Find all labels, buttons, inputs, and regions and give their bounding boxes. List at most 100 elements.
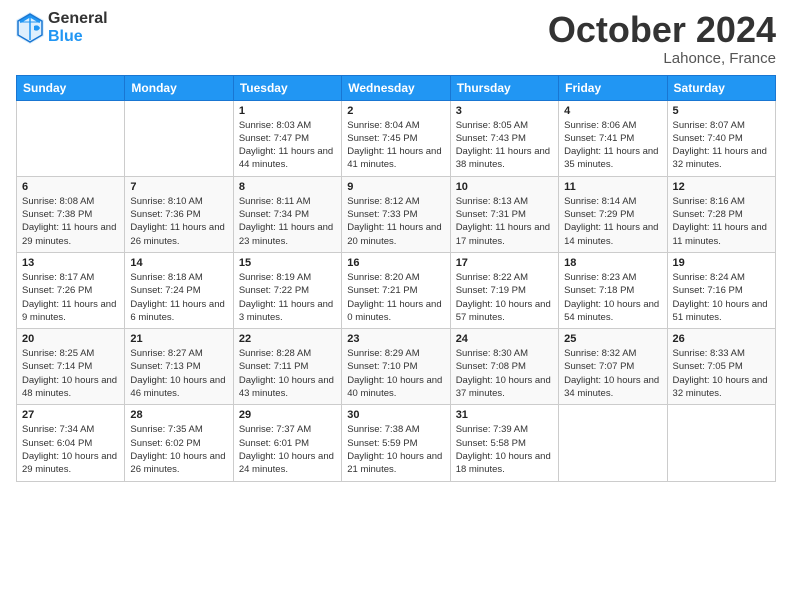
day-number: 11 bbox=[564, 181, 661, 193]
page: General Blue October 2024 Lahonce, Franc… bbox=[0, 0, 792, 612]
day-number: 20 bbox=[22, 333, 119, 345]
day-info: Sunrise: 8:23 AM Sunset: 7:18 PM Dayligh… bbox=[564, 271, 661, 324]
day-number: 28 bbox=[130, 409, 227, 421]
day-info: Sunrise: 8:29 AM Sunset: 7:10 PM Dayligh… bbox=[347, 347, 444, 400]
calendar-cell bbox=[17, 100, 125, 176]
day-info: Sunrise: 7:39 AM Sunset: 5:58 PM Dayligh… bbox=[456, 423, 553, 476]
day-number: 3 bbox=[456, 105, 553, 117]
calendar-cell: 23 Sunrise: 8:29 AM Sunset: 7:10 PM Dayli… bbox=[342, 329, 450, 405]
calendar-cell: 30 Sunrise: 7:38 AM Sunset: 5:59 PM Dayli… bbox=[342, 405, 450, 481]
calendar-cell: 31 Sunrise: 7:39 AM Sunset: 5:58 PM Dayli… bbox=[450, 405, 558, 481]
day-number: 8 bbox=[239, 181, 336, 193]
day-number: 4 bbox=[564, 105, 661, 117]
calendar-cell: 26 Sunrise: 8:33 AM Sunset: 7:05 PM Dayli… bbox=[667, 329, 775, 405]
calendar-cell: 5 Sunrise: 8:07 AM Sunset: 7:40 PM Daylig… bbox=[667, 100, 775, 176]
calendar-cell: 22 Sunrise: 8:28 AM Sunset: 7:11 PM Dayli… bbox=[233, 329, 341, 405]
calendar-cell: 25Sunrise: 8:32 AM Sunset: 7:07 PM Dayli… bbox=[559, 329, 667, 405]
day-info: Sunrise: 8:12 AM Sunset: 7:33 PM Dayligh… bbox=[347, 195, 444, 248]
header: General Blue October 2024 Lahonce, Franc… bbox=[16, 10, 776, 67]
week-row-3: 13 Sunrise: 8:17 AM Sunset: 7:26 PM Dayli… bbox=[17, 252, 776, 328]
month-title: October 2024 bbox=[548, 10, 776, 50]
day-number: 26 bbox=[673, 333, 770, 345]
day-number: 18 bbox=[564, 257, 661, 269]
day-info: Sunrise: 8:30 AM Sunset: 7:08 PM Dayligh… bbox=[456, 347, 553, 400]
weekday-header-saturday: Saturday bbox=[667, 75, 775, 100]
day-info: Sunrise: 8:14 AM Sunset: 7:29 PM Dayligh… bbox=[564, 195, 661, 248]
weekday-header-monday: Monday bbox=[125, 75, 233, 100]
day-number: 19 bbox=[673, 257, 770, 269]
calendar-cell: 9 Sunrise: 8:12 AM Sunset: 7:33 PM Daylig… bbox=[342, 176, 450, 252]
day-number: 30 bbox=[347, 409, 444, 421]
calendar-cell bbox=[667, 405, 775, 481]
day-info: Sunrise: 8:19 AM Sunset: 7:22 PM Dayligh… bbox=[239, 271, 336, 324]
day-number: 22 bbox=[239, 333, 336, 345]
logo-general-text: General bbox=[48, 10, 108, 28]
day-number: 31 bbox=[456, 409, 553, 421]
calendar-cell: 6Sunrise: 8:08 AM Sunset: 7:38 PM Daylig… bbox=[17, 176, 125, 252]
day-info: Sunrise: 8:27 AM Sunset: 7:13 PM Dayligh… bbox=[130, 347, 227, 400]
weekday-header-thursday: Thursday bbox=[450, 75, 558, 100]
calendar-cell: 27Sunrise: 7:34 AM Sunset: 6:04 PM Dayli… bbox=[17, 405, 125, 481]
day-info: Sunrise: 7:34 AM Sunset: 6:04 PM Dayligh… bbox=[22, 423, 119, 476]
calendar-cell: 24 Sunrise: 8:30 AM Sunset: 7:08 PM Dayli… bbox=[450, 329, 558, 405]
day-number: 21 bbox=[130, 333, 227, 345]
calendar-cell: 21 Sunrise: 8:27 AM Sunset: 7:13 PM Dayli… bbox=[125, 329, 233, 405]
calendar-cell: 3 Sunrise: 8:05 AM Sunset: 7:43 PM Daylig… bbox=[450, 100, 558, 176]
week-row-2: 6Sunrise: 8:08 AM Sunset: 7:38 PM Daylig… bbox=[17, 176, 776, 252]
day-number: 24 bbox=[456, 333, 553, 345]
day-info: Sunrise: 7:35 AM Sunset: 6:02 PM Dayligh… bbox=[130, 423, 227, 476]
weekday-header-wednesday: Wednesday bbox=[342, 75, 450, 100]
day-info: Sunrise: 8:24 AM Sunset: 7:16 PM Dayligh… bbox=[673, 271, 770, 324]
day-info: Sunrise: 7:37 AM Sunset: 6:01 PM Dayligh… bbox=[239, 423, 336, 476]
logo-text: General Blue bbox=[48, 10, 108, 45]
day-info: Sunrise: 8:22 AM Sunset: 7:19 PM Dayligh… bbox=[456, 271, 553, 324]
calendar-cell: 15Sunrise: 8:19 AM Sunset: 7:22 PM Dayli… bbox=[233, 252, 341, 328]
day-number: 10 bbox=[456, 181, 553, 193]
day-number: 17 bbox=[456, 257, 553, 269]
calendar-cell: 7Sunrise: 8:10 AM Sunset: 7:36 PM Daylig… bbox=[125, 176, 233, 252]
weekday-header-row: SundayMondayTuesdayWednesdayThursdayFrid… bbox=[17, 75, 776, 100]
calendar-cell: 1Sunrise: 8:03 AM Sunset: 7:47 PM Daylig… bbox=[233, 100, 341, 176]
day-number: 14 bbox=[130, 257, 227, 269]
day-number: 13 bbox=[22, 257, 119, 269]
day-info: Sunrise: 8:18 AM Sunset: 7:24 PM Dayligh… bbox=[130, 271, 227, 324]
day-info: Sunrise: 8:32 AM Sunset: 7:07 PM Dayligh… bbox=[564, 347, 661, 400]
day-number: 5 bbox=[673, 105, 770, 117]
day-info: Sunrise: 8:20 AM Sunset: 7:21 PM Dayligh… bbox=[347, 271, 444, 324]
logo-icon bbox=[16, 12, 44, 44]
calendar-cell bbox=[559, 405, 667, 481]
day-info: Sunrise: 8:28 AM Sunset: 7:11 PM Dayligh… bbox=[239, 347, 336, 400]
calendar-cell: 17 Sunrise: 8:22 AM Sunset: 7:19 PM Dayli… bbox=[450, 252, 558, 328]
weekday-header-friday: Friday bbox=[559, 75, 667, 100]
day-info: Sunrise: 8:33 AM Sunset: 7:05 PM Dayligh… bbox=[673, 347, 770, 400]
day-number: 1 bbox=[239, 105, 336, 117]
calendar-table: SundayMondayTuesdayWednesdayThursdayFrid… bbox=[16, 75, 776, 482]
calendar-cell: 4 Sunrise: 8:06 AM Sunset: 7:41 PM Daylig… bbox=[559, 100, 667, 176]
day-info: Sunrise: 8:07 AM Sunset: 7:40 PM Dayligh… bbox=[673, 119, 770, 172]
day-info: Sunrise: 7:38 AM Sunset: 5:59 PM Dayligh… bbox=[347, 423, 444, 476]
day-info: Sunrise: 8:04 AM Sunset: 7:45 PM Dayligh… bbox=[347, 119, 444, 172]
location-subtitle: Lahonce, France bbox=[548, 50, 776, 67]
calendar-cell: 11 Sunrise: 8:14 AM Sunset: 7:29 PM Dayli… bbox=[559, 176, 667, 252]
day-number: 23 bbox=[347, 333, 444, 345]
day-info: Sunrise: 8:17 AM Sunset: 7:26 PM Dayligh… bbox=[22, 271, 119, 324]
weekday-header-tuesday: Tuesday bbox=[233, 75, 341, 100]
day-number: 6 bbox=[22, 181, 119, 193]
calendar-cell: 28 Sunrise: 7:35 AM Sunset: 6:02 PM Dayli… bbox=[125, 405, 233, 481]
calendar-cell: 29 Sunrise: 7:37 AM Sunset: 6:01 PM Dayli… bbox=[233, 405, 341, 481]
calendar-cell: 8Sunrise: 8:11 AM Sunset: 7:34 PM Daylig… bbox=[233, 176, 341, 252]
day-number: 12 bbox=[673, 181, 770, 193]
day-number: 29 bbox=[239, 409, 336, 421]
calendar-cell: 20Sunrise: 8:25 AM Sunset: 7:14 PM Dayli… bbox=[17, 329, 125, 405]
day-number: 9 bbox=[347, 181, 444, 193]
logo: General Blue bbox=[16, 10, 108, 45]
calendar-cell: 13 Sunrise: 8:17 AM Sunset: 7:26 PM Dayli… bbox=[17, 252, 125, 328]
logo-blue-text: Blue bbox=[48, 28, 108, 46]
day-info: Sunrise: 8:10 AM Sunset: 7:36 PM Dayligh… bbox=[130, 195, 227, 248]
day-info: Sunrise: 8:06 AM Sunset: 7:41 PM Dayligh… bbox=[564, 119, 661, 172]
week-row-1: 1Sunrise: 8:03 AM Sunset: 7:47 PM Daylig… bbox=[17, 100, 776, 176]
week-row-5: 27Sunrise: 7:34 AM Sunset: 6:04 PM Dayli… bbox=[17, 405, 776, 481]
day-number: 2 bbox=[347, 105, 444, 117]
day-info: Sunrise: 8:05 AM Sunset: 7:43 PM Dayligh… bbox=[456, 119, 553, 172]
calendar-cell: 16Sunrise: 8:20 AM Sunset: 7:21 PM Dayli… bbox=[342, 252, 450, 328]
